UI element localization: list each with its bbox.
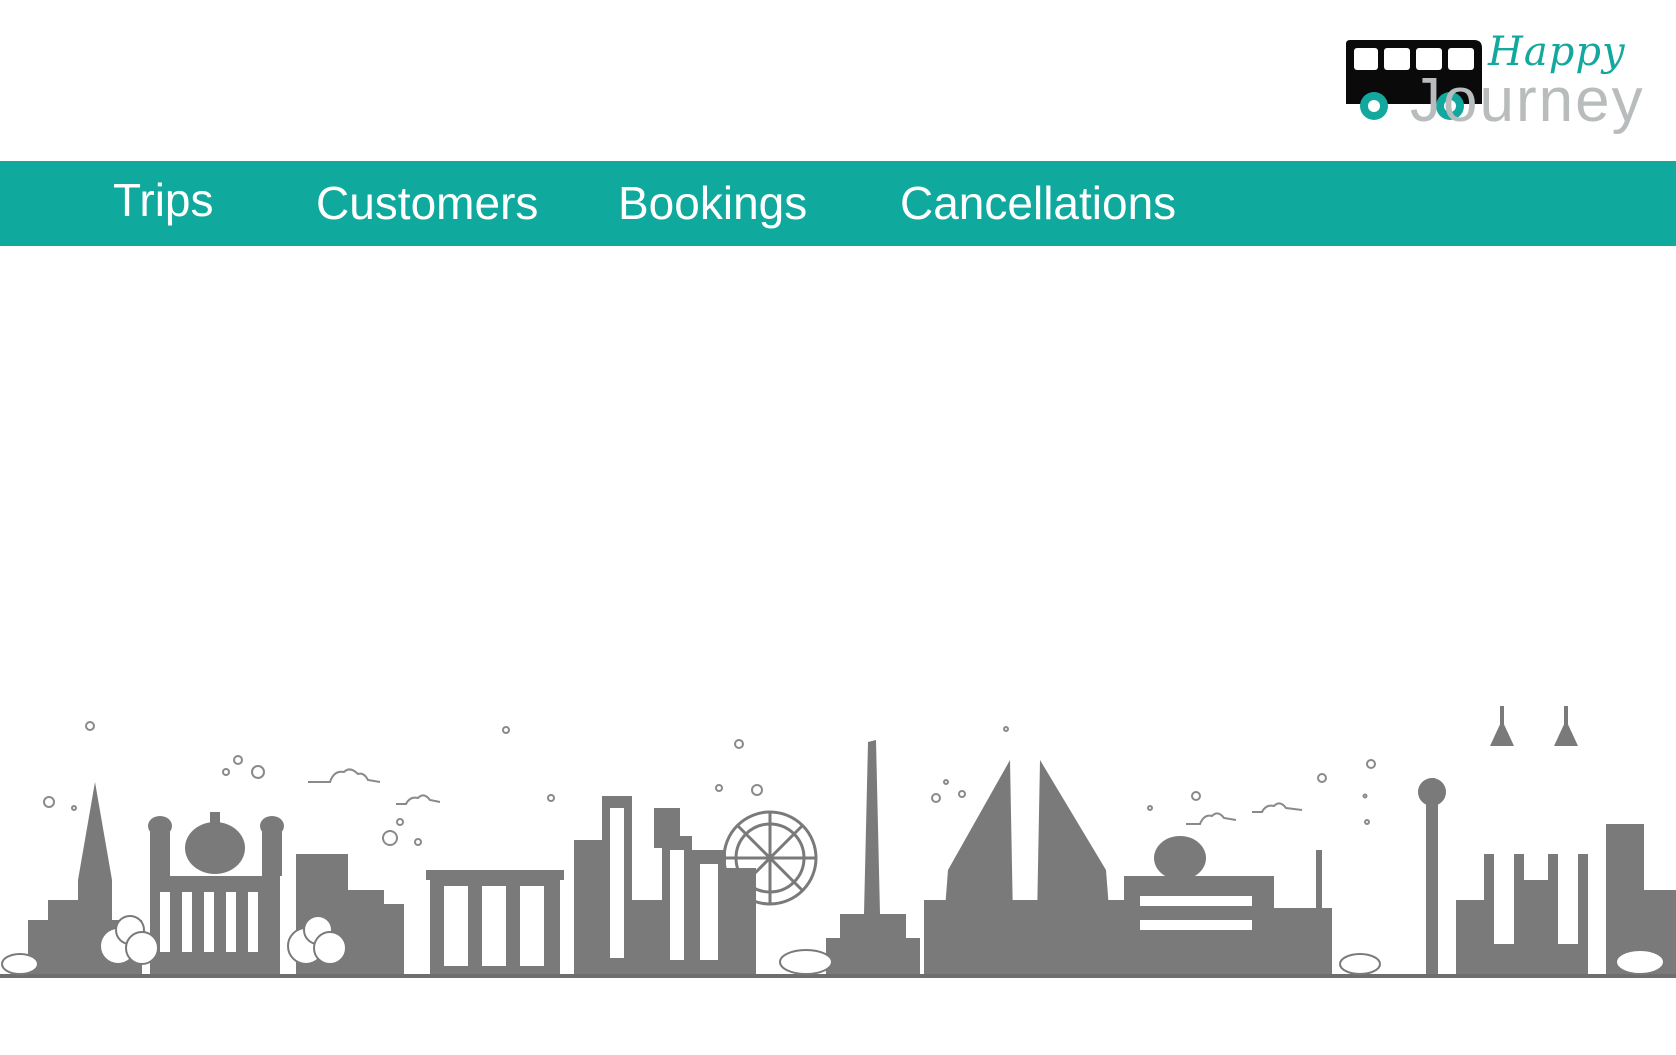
- logo-word-text: Journey: [1410, 66, 1645, 135]
- nav-item-customers[interactable]: Customers: [316, 178, 538, 229]
- nav-item-bookings[interactable]: Bookings: [618, 178, 807, 229]
- city-skyline-illustration: [0, 706, 1676, 978]
- nav-item-trips[interactable]: Trips: [113, 175, 214, 226]
- nav-item-cancellations[interactable]: Cancellations: [900, 178, 1176, 229]
- brand-logo[interactable]: Happy Journey: [1340, 28, 1643, 138]
- main-nav: Trips Customers Bookings Cancellations: [0, 161, 1676, 246]
